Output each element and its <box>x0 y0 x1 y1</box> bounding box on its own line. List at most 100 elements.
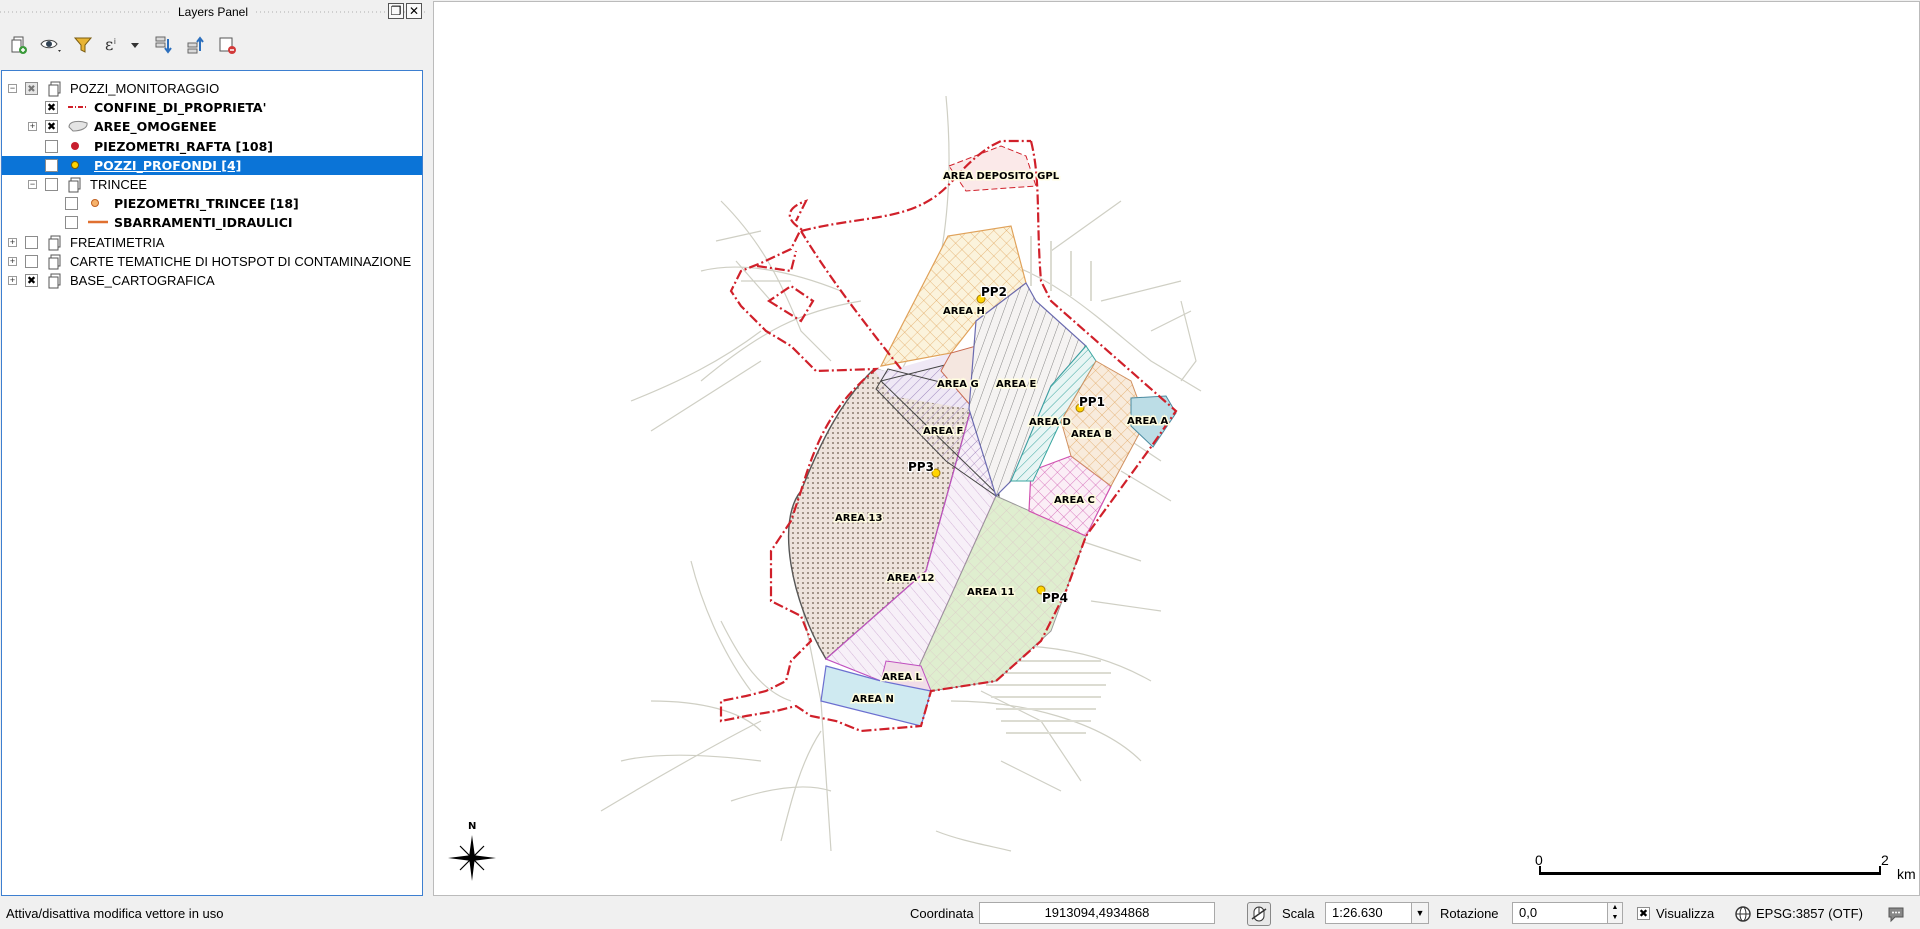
layer-group-icon <box>47 81 63 100</box>
layers-toolbar: εi <box>0 26 426 62</box>
messages-icon[interactable] <box>1886 904 1906 924</box>
collapse-icon[interactable]: − <box>8 84 17 93</box>
filter-legend-icon <box>73 37 93 53</box>
layer-row[interactable]: + BASE_CARTOGRAFICA <box>2 271 422 290</box>
yellow-point-symbol-icon <box>67 158 83 175</box>
layer-visibility-checkbox[interactable] <box>25 235 38 249</box>
area-label: AREA A <box>1127 416 1168 427</box>
layer-row[interactable]: POZZI_PROFONDI [4] <box>2 155 422 175</box>
toggle-extents-button[interactable] <box>1247 902 1271 926</box>
close-panel-button[interactable]: ✕ <box>406 3 422 19</box>
area-label: AREA E <box>996 379 1036 390</box>
layer-name: POZZI_MONITORAGGIO <box>70 81 220 96</box>
remove-layer-button[interactable] <box>214 32 240 58</box>
layer-row[interactable]: SBARRAMENTI_IDRAULICI <box>2 213 422 232</box>
rotation-label: Rotazione <box>1440 906 1499 921</box>
layer-visibility-checkbox[interactable] <box>65 216 78 230</box>
layer-name: SBARRAMENTI_IDRAULICI <box>114 215 293 231</box>
layer-tree[interactable]: − POZZI_MONITORAGGIO CONFINE_DI_PROPRIETA'… <box>1 70 423 896</box>
collapse-all-icon <box>187 36 204 54</box>
scale-bar-line <box>1539 872 1881 875</box>
area-label: AREA DEPOSITO GPL <box>943 171 1060 182</box>
rotation-spinner[interactable]: ▲ ▼ <box>1607 902 1623 924</box>
area-label: AREA 12 <box>887 573 934 584</box>
well-label: PP3 <box>908 460 934 474</box>
scale-label: Scala <box>1282 906 1315 921</box>
area-label: AREA L <box>882 672 922 683</box>
panel-titlebar[interactable]: Layers Panel ❐ ✕ <box>0 0 426 24</box>
scale-bar-unit: km <box>1897 866 1916 882</box>
orange-point-symbol-icon <box>87 196 103 213</box>
rotation-field[interactable]: 0,0 <box>1512 902 1608 924</box>
layer-visibility-checkbox[interactable] <box>45 139 58 153</box>
scale-dropdown-button[interactable]: ▼ <box>1411 902 1429 924</box>
render-label: Visualizza <box>1656 906 1715 921</box>
layer-name: AREE_OMOGENEE <box>94 119 217 135</box>
area-label: AREA 13 <box>835 513 882 524</box>
layer-row[interactable]: + FREATIMETRIA <box>2 233 422 252</box>
float-panel-button[interactable]: ❐ <box>388 3 404 19</box>
expand-all-button[interactable] <box>150 32 176 58</box>
layer-visibility-checkbox[interactable] <box>25 274 38 287</box>
filter-expression-button[interactable]: εi <box>102 32 142 58</box>
expand-icon[interactable]: + <box>8 237 17 247</box>
visibility-button[interactable] <box>38 32 64 58</box>
layer-row[interactable]: − TRINCEE <box>2 175 422 194</box>
area-label: AREA N <box>852 694 894 705</box>
status-message: Attiva/disattiva modifica vettore in uso <box>6 906 224 921</box>
layer-row[interactable]: + AREE_OMOGENEE <box>2 117 422 136</box>
layer-visibility-checkbox[interactable] <box>45 158 58 172</box>
expand-icon[interactable]: + <box>8 256 17 266</box>
crs-status[interactable]: EPSG:3857 (OTF) <box>1756 906 1863 921</box>
expand-icon[interactable]: + <box>8 276 17 285</box>
qgis-window: Layers Panel ❐ ✕ εi − ✖ POZZI_MONITORAGG… <box>0 0 1920 929</box>
svg-text:i: i <box>114 37 116 46</box>
layer-row[interactable]: CONFINE_DI_PROPRIETA' <box>2 98 422 117</box>
crs-globe-icon[interactable] <box>1734 905 1752 923</box>
chevron-down-icon: ▼ <box>1415 908 1425 918</box>
scale-bar-end: 2 <box>1881 852 1889 868</box>
layer-name: CONFINE_DI_PROPRIETA' <box>94 100 267 116</box>
area-label: AREA G <box>937 379 979 390</box>
layer-visibility-checkbox[interactable] <box>25 254 38 268</box>
dashed-line-symbol-icon <box>67 100 89 117</box>
filter-legend-button[interactable] <box>70 32 96 58</box>
orange-line-symbol-icon <box>87 215 109 232</box>
area-label: AREA C <box>1054 495 1095 506</box>
north-label: N <box>468 821 476 832</box>
eye-visibility-icon <box>40 39 61 52</box>
layer-row[interactable]: − POZZI_MONITORAGGIO <box>2 79 422 98</box>
layer-name: PIEZOMETRI_TRINCEE [18] <box>114 196 299 212</box>
layer-name: FREATIMETRIA <box>70 234 165 250</box>
well-label: PP1 <box>1079 395 1105 409</box>
layer-group-icon <box>47 273 63 292</box>
layer-row[interactable]: + CARTE TEMATICHE DI HOTSPOT DI CONTAMINA… <box>2 252 422 271</box>
chevron-down-icon: ▼ <box>1611 914 1619 921</box>
map-drawing: AREA DEPOSITO GPL AREA H AREA G AREA E A… <box>448 95 1202 881</box>
collapse-icon[interactable]: − <box>28 180 37 189</box>
layer-visibility-checkbox[interactable] <box>45 120 58 134</box>
coordinate-field[interactable]: 1913094,4934868 <box>979 902 1215 924</box>
layer-name: POZZI_PROFONDI [4] <box>94 157 242 173</box>
layer-name: PIEZOMETRI_RAFTA [108] <box>94 138 274 154</box>
render-checkbox[interactable] <box>1637 907 1650 920</box>
layer-visibility-checkbox[interactable] <box>25 82 38 95</box>
layer-visibility-checkbox[interactable] <box>45 178 58 191</box>
layer-group-icon <box>47 254 63 273</box>
add-group-button[interactable] <box>6 32 32 58</box>
collapse-all-button[interactable] <box>182 32 208 58</box>
layer-row[interactable]: PIEZOMETRI_RAFTA [108] <box>2 137 422 156</box>
layer-visibility-checkbox[interactable] <box>45 101 58 115</box>
scale-combobox[interactable]: 1:26.630 <box>1325 902 1413 924</box>
polygon-symbol-icon <box>67 119 89 136</box>
svg-text:ε: ε <box>105 35 113 54</box>
layer-visibility-checkbox[interactable] <box>65 197 78 211</box>
well-label: PP4 <box>1042 591 1068 605</box>
aree-omogenee <box>787 145 1177 727</box>
layer-group-icon <box>47 235 63 254</box>
layer-name: BASE_CARTOGRAFICA <box>70 273 215 288</box>
expand-icon[interactable]: + <box>28 122 37 132</box>
layer-row[interactable]: PIEZOMETRI_TRINCEE [18] <box>2 194 422 213</box>
map-canvas[interactable]: AREA DEPOSITO GPL AREA H AREA G AREA E A… <box>433 1 1920 896</box>
area-label: AREA 11 <box>967 587 1014 598</box>
